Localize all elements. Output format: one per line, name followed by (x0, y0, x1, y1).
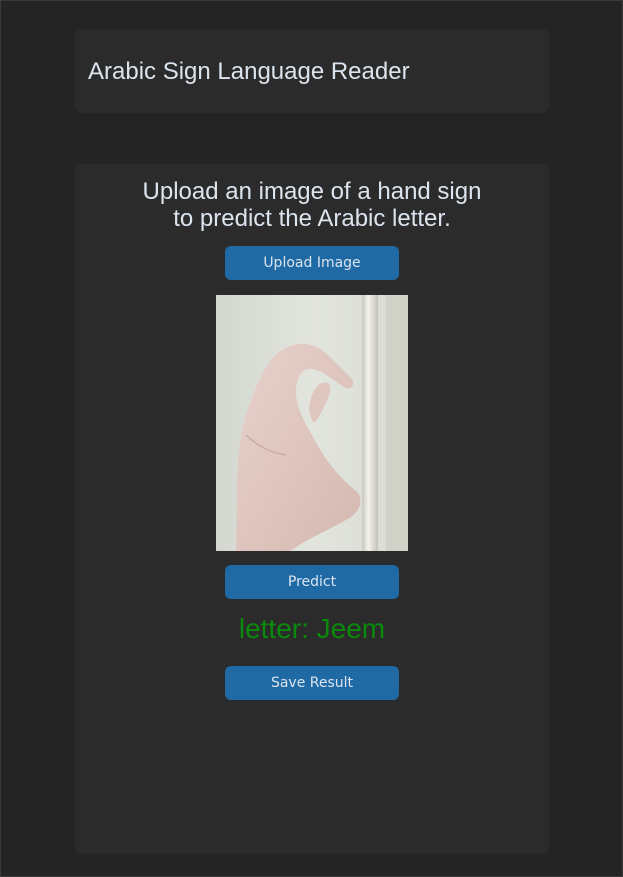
main-panel: Upload an image of a hand sign to predic… (75, 164, 549, 854)
app-title: Arabic Sign Language Reader (88, 58, 410, 85)
save-result-button[interactable]: Save Result (225, 666, 399, 700)
instructions-line-1: Upload an image of a hand sign (142, 178, 482, 205)
app-window: Arabic Sign Language Reader Upload an im… (0, 0, 623, 877)
instructions-text: Upload an image of a hand sign to predic… (75, 178, 549, 232)
predict-button[interactable]: Predict (225, 565, 399, 599)
hand-sign-image-preview (216, 295, 408, 551)
header-panel: Arabic Sign Language Reader (75, 29, 549, 113)
instructions-line-2: to predict the Arabic letter. (173, 205, 451, 232)
prediction-result: letter: Jeem (238, 613, 386, 644)
upload-image-button[interactable]: Upload Image (225, 246, 399, 280)
